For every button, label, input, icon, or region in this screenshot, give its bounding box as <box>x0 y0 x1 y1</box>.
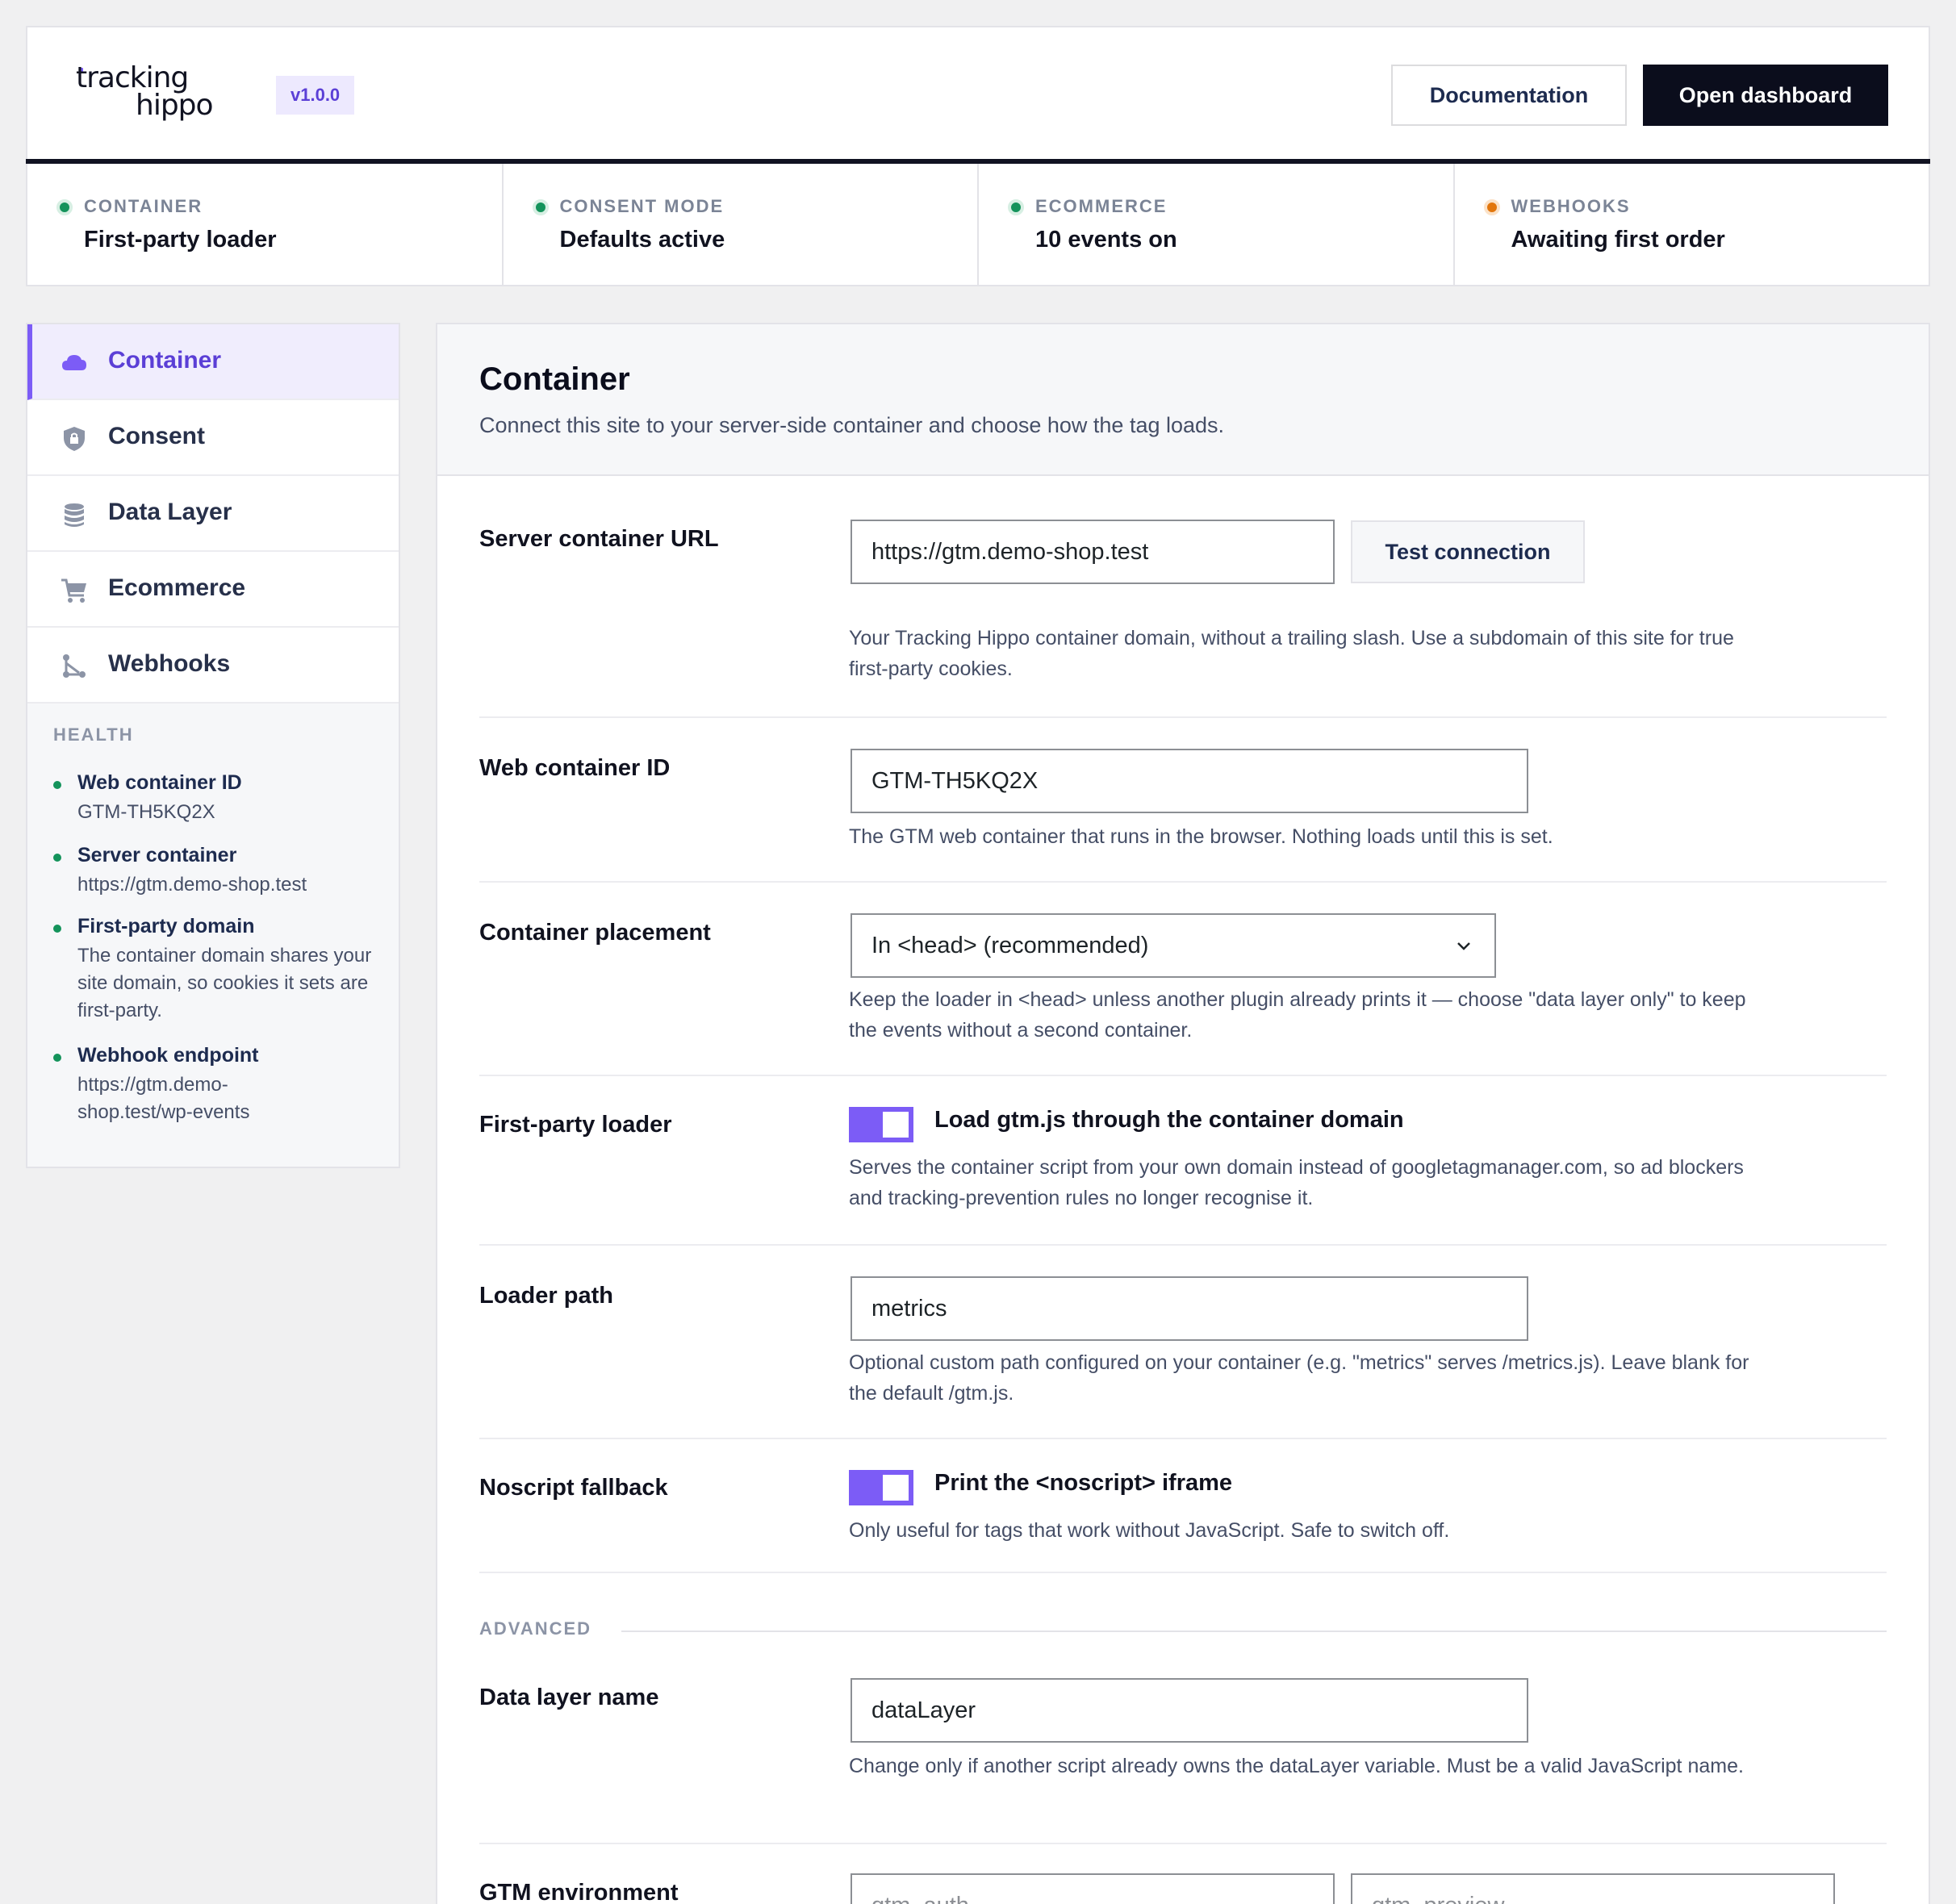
status-ok-dot <box>532 199 549 215</box>
toggle-knob <box>883 1475 909 1501</box>
field-help: The GTM web container that runs in the b… <box>849 825 1553 848</box>
health-item-name: Webhook endpoint <box>77 1044 259 1067</box>
section-heading: ADVANCED <box>479 1618 612 1639</box>
test-connection-button[interactable]: Test connection <box>1351 520 1585 583</box>
health-item-value: https://gtm.demo-shop.test <box>77 874 307 896</box>
logo-text-line2: hippo <box>136 89 214 122</box>
status-strip: CONTAINER First-party loader CONSENT MOD… <box>26 164 1930 286</box>
toggle-label: Load gtm.js through the container domain <box>934 1107 1404 1133</box>
field-label: Data layer name <box>479 1685 659 1710</box>
page-subtitle: Connect this site to your server-side co… <box>479 413 1225 437</box>
field-help: Change only if another script already ow… <box>849 1755 1744 1777</box>
status-value: 10 events on <box>1035 227 1177 253</box>
first-party-loader-toggle[interactable] <box>849 1107 913 1142</box>
field-help: Only useful for tags that work without J… <box>849 1519 1450 1542</box>
health-ok-dot <box>53 781 61 789</box>
field-label: First-party loader <box>479 1112 672 1138</box>
health-item-name: First-party domain <box>77 915 255 937</box>
loader-path-row: Loader path metrics Optional custom path… <box>479 1247 1887 1439</box>
status-label: ECOMMERCE <box>1035 196 1168 216</box>
noscript-fallback-row: Noscript fallback Print the <noscript> i… <box>479 1441 1887 1573</box>
field-label: Web container ID <box>479 755 671 781</box>
gtm-environment-row: GTM environment gtm_auth gtm_preview <box>479 1846 1887 1904</box>
sidebar-item-container[interactable]: Container <box>27 324 399 400</box>
web-container-id-input[interactable]: GTM-TH5KQ2X <box>851 749 1528 813</box>
status-card-webhooks: WEBHOOKS Awaiting first order <box>1455 164 1929 285</box>
status-label: CONSENT MODE <box>559 196 725 216</box>
field-help: Serves the container script from your ow… <box>849 1156 1744 1209</box>
advanced-section-divider: ADVANCED <box>479 1618 1887 1643</box>
sidebar-item-label: Webhooks <box>108 650 231 677</box>
field-help: Your Tracking Hippo container domain, wi… <box>849 627 1734 680</box>
cart-icon <box>61 578 86 603</box>
field-label: GTM environment <box>479 1880 679 1904</box>
health-item-value: https://gtm.demo-shop.test/wp-events <box>77 1074 250 1123</box>
cloud-icon <box>62 355 86 370</box>
field-help: Optional custom path configured on your … <box>849 1351 1749 1405</box>
container-settings-panel: Container Connect this site to your serv… <box>436 323 1930 1904</box>
settings-sidebar: Container Consent Data Layer Ecommerce W… <box>26 323 400 1168</box>
sidebar-item-ecommerce[interactable]: Ecommerce <box>27 552 399 628</box>
page-title: Container <box>479 361 630 397</box>
health-ok-dot <box>53 925 61 933</box>
status-value: Awaiting first order <box>1511 227 1725 253</box>
health-heading: HEALTH <box>53 724 134 745</box>
sidebar-item-data-layer[interactable]: Data Layer <box>27 476 399 552</box>
noscript-fallback-toggle[interactable] <box>849 1470 913 1505</box>
loader-path-input[interactable]: metrics <box>851 1276 1528 1341</box>
database-icon <box>65 503 84 527</box>
status-card-container: CONTAINER First-party loader <box>27 164 504 285</box>
health-ok-dot <box>53 1054 61 1062</box>
status-card-ecommerce: ECOMMERCE 10 events on <box>979 164 1455 285</box>
divider-line <box>621 1631 1887 1632</box>
status-value: First-party loader <box>84 227 277 253</box>
field-label: Loader path <box>479 1283 613 1309</box>
chevron-down-icon <box>1457 942 1470 950</box>
gtm-preview-input[interactable]: gtm_preview <box>1351 1873 1835 1904</box>
health-item-value: GTM-TH5KQ2X <box>77 801 215 823</box>
field-help: Keep the loader in <head> unless another… <box>849 988 1746 1042</box>
gtm-auth-input[interactable]: gtm_auth <box>851 1873 1335 1904</box>
status-label: WEBHOOKS <box>1511 196 1631 216</box>
sidebar-item-label: Container <box>108 347 222 374</box>
sidebar-item-consent[interactable]: Consent <box>27 400 399 476</box>
health-ok-dot <box>53 854 61 862</box>
shield-lock-icon <box>64 427 85 451</box>
webhook-icon <box>63 654 86 678</box>
sidebar-item-label: Consent <box>108 423 205 449</box>
first-party-loader-row: First-party loader Load gtm.js through t… <box>479 1078 1887 1246</box>
sidebar-item-label: Ecommerce <box>108 574 246 601</box>
container-placement-row: Container placement In <head> (recommend… <box>479 884 1887 1076</box>
select-value: In <head> (recommended) <box>871 933 1149 958</box>
web-container-id-row: Web container ID GTM-TH5KQ2X The GTM web… <box>479 720 1887 883</box>
sidebar-item-label: Data Layer <box>108 499 232 525</box>
documentation-button[interactable]: Documentation <box>1391 65 1627 126</box>
health-item-name: Web container ID <box>77 771 242 794</box>
status-warning-dot <box>1483 199 1500 215</box>
status-card-consent-mode: CONSENT MODE Defaults active <box>504 164 979 285</box>
container-placement-select[interactable]: In <head> (recommended) <box>851 913 1496 978</box>
field-label: Noscript fallback <box>479 1475 668 1501</box>
status-ok-dot <box>56 199 73 215</box>
server-url-row: Server container URL https://gtm.demo-sh… <box>479 476 1887 718</box>
status-value: Defaults active <box>559 227 725 253</box>
panel-header: Container Connect this site to your serv… <box>437 324 1929 476</box>
health-item-name: Server container <box>77 844 237 866</box>
server-url-input[interactable]: https://gtm.demo-shop.test <box>851 520 1335 584</box>
app-header: tracking hippo v1.0.0 Documentation Open… <box>26 26 1930 165</box>
toggle-knob <box>883 1112 909 1138</box>
open-dashboard-button[interactable]: Open dashboard <box>1643 65 1888 126</box>
status-ok-dot <box>1008 199 1024 215</box>
status-label: CONTAINER <box>84 196 203 216</box>
sidebar-item-webhooks[interactable]: Webhooks <box>27 628 399 704</box>
tracking-hippo-logo: tracking hippo <box>52 39 214 123</box>
field-label: Container placement <box>479 920 711 946</box>
field-label: Server container URL <box>479 526 719 552</box>
data-layer-name-input[interactable]: dataLayer <box>851 1678 1528 1743</box>
toggle-label: Print the <noscript> iframe <box>934 1470 1233 1496</box>
data-layer-name-row: Data layer name dataLayer Change only if… <box>479 1647 1887 1844</box>
health-item-value: The container domain shares your site do… <box>77 945 372 1021</box>
version-badge: v1.0.0 <box>276 76 355 115</box>
